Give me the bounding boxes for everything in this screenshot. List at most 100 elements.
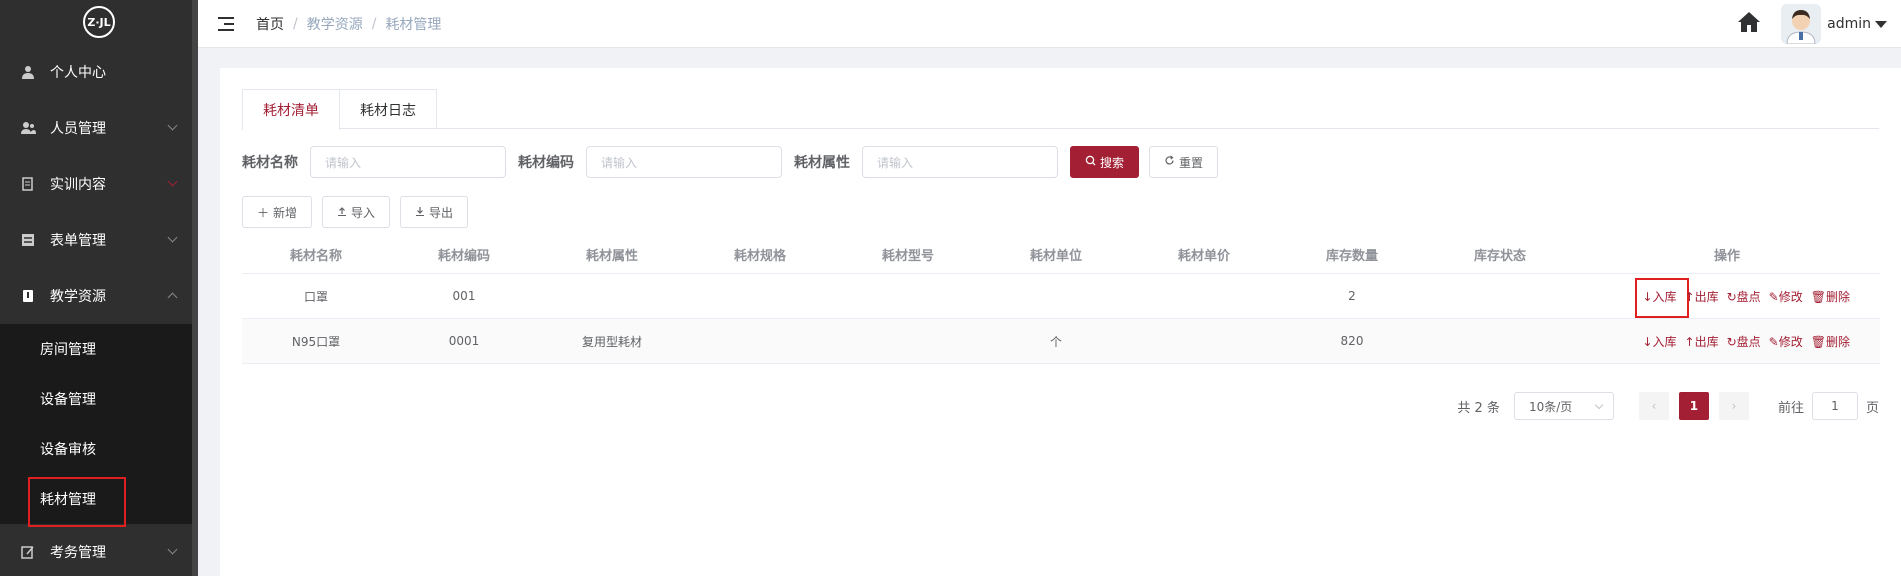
column-header: 耗材名称 — [289, 249, 342, 264]
caret-down-icon[interactable] — [1875, 20, 1887, 28]
import-button[interactable]: 导入 — [322, 196, 391, 228]
input-consumable-code[interactable]: 请输入 — [586, 146, 782, 178]
label-consumable-name: 耗材名称 — [242, 155, 298, 171]
column-header: 库存数量 — [1325, 249, 1378, 264]
breadcrumb-separator: / — [371, 15, 377, 32]
consumables-table: 耗材名称 耗材编码 耗材属性 耗材规格 耗材型号 耗材单位 耗材单价 库存数量 … — [242, 236, 1880, 364]
arrow-down-icon: ↓ — [1642, 334, 1653, 349]
sidebar-item-teaching-resources[interactable]: 教学资源 — [0, 268, 198, 324]
trash-icon: 🗑 — [1810, 289, 1826, 304]
chevron-down-icon — [167, 232, 178, 243]
delete-link[interactable]: 🗑删除 — [1811, 288, 1850, 305]
chevron-down-icon — [167, 120, 178, 131]
edit-link[interactable]: ✎修改 — [1769, 333, 1803, 350]
chevron-right-icon: › — [1731, 399, 1737, 413]
delete-label: 删除 — [1825, 334, 1850, 349]
menu-toggle-icon[interactable] — [218, 16, 234, 31]
stock-in-label: 入库 — [1652, 334, 1677, 349]
search-icon — [1085, 155, 1096, 169]
arrow-up-icon: ↑ — [1684, 289, 1695, 304]
inventory-check-link[interactable]: ↻盘点 — [1727, 333, 1761, 350]
arrow-up-icon: ↑ — [1684, 334, 1695, 349]
breadcrumb: 首页 / 教学资源 / 耗材管理 — [256, 14, 441, 34]
search-button[interactable]: 搜索 — [1070, 146, 1140, 178]
next-page-button[interactable]: › — [1718, 392, 1749, 420]
input-consumable-attr[interactable]: 请输入 — [862, 146, 1058, 178]
sidebar: Z·JL 个人中心 人员管理 实训内容 表单管理 教学资源 房间管理 设备管理 … — [0, 0, 198, 576]
edit-label: 修改 — [1778, 334, 1803, 349]
input-consumable-name[interactable]: 请输入 — [310, 146, 506, 178]
toolbar: ＋ 新增 导入 导出 — [242, 196, 478, 228]
sidebar-subitem-label: 耗材管理 — [40, 492, 96, 508]
delete-link[interactable]: 🗑删除 — [1811, 333, 1850, 350]
sidebar-item-personal[interactable]: 个人中心 — [0, 44, 198, 100]
prev-page-button[interactable]: ‹ — [1638, 392, 1669, 420]
main-card: 耗材清单 耗材日志 耗材名称 请输入 耗材编码 请输入 耗材属性 请输入 搜索 … — [220, 68, 1901, 576]
sidebar-subitem-consumables[interactable]: 耗材管理 — [0, 474, 198, 527]
sidebar-subitem-rooms[interactable]: 房间管理 — [0, 324, 198, 374]
cell-actions: ↓入库 ↑出库 ↻盘点 ✎修改 🗑删除 — [1574, 277, 1880, 318]
refresh-icon — [1164, 155, 1175, 169]
delete-label: 删除 — [1825, 289, 1850, 304]
cell-qty: 820 — [1340, 334, 1364, 348]
cell-name: 口罩 — [303, 289, 328, 304]
breadcrumb-current: 耗材管理 — [385, 16, 442, 33]
column-header: 耗材型号 — [881, 249, 934, 264]
stock-out-label: 出库 — [1694, 334, 1719, 349]
logo[interactable]: Z·JL — [0, 0, 198, 44]
column-header: 耗材单价 — [1177, 249, 1230, 264]
goto-page-input[interactable]: 1 — [1811, 392, 1858, 420]
stock-out-link[interactable]: ↑出库 — [1685, 288, 1719, 305]
breadcrumb-separator: / — [293, 15, 298, 32]
sidebar-subitem-equipment-review[interactable]: 设备审核 — [0, 424, 198, 474]
chevron-up-icon — [167, 292, 178, 303]
sidebar-item-training[interactable]: 实训内容 — [0, 156, 198, 212]
inventory-check-label: 盘点 — [1736, 289, 1761, 304]
top-header: 首页 / 教学资源 / 耗材管理 admin — [198, 0, 1901, 48]
sidebar-item-label: 个人中心 — [50, 65, 106, 81]
page-number-button[interactable]: 1 — [1678, 392, 1709, 420]
tab-consumables-log[interactable]: 耗材日志 — [340, 89, 437, 129]
breadcrumb-home[interactable]: 首页 — [256, 14, 284, 34]
sidebar-subitem-label: 设备管理 — [40, 392, 96, 408]
plus-icon: ＋ — [257, 205, 270, 220]
reset-button[interactable]: 重置 — [1149, 146, 1219, 178]
column-header: 耗材属性 — [585, 249, 638, 264]
cell-code: 0001 — [448, 334, 480, 348]
page-suffix: 页 — [1865, 400, 1879, 416]
download-icon — [415, 205, 425, 219]
avatar[interactable] — [1781, 4, 1822, 44]
export-button[interactable]: 导出 — [400, 196, 469, 228]
upload-icon — [337, 205, 347, 219]
tab-bar: 耗材清单 耗材日志 — [242, 89, 1879, 130]
users-icon — [20, 120, 36, 136]
header-right: admin — [1737, 0, 1887, 48]
sidebar-item-staff[interactable]: 人员管理 — [0, 100, 198, 156]
tab-consumables-list[interactable]: 耗材清单 — [242, 89, 340, 130]
edit-icon: ✎ — [1768, 334, 1779, 349]
page-size-select[interactable]: 10条/页 — [1513, 392, 1614, 420]
exam-icon — [20, 544, 36, 560]
add-button[interactable]: ＋ 新增 — [242, 196, 313, 228]
stock-in-label: 入库 — [1652, 289, 1677, 304]
inventory-check-link[interactable]: ↻盘点 — [1727, 288, 1761, 305]
sidebar-item-label: 人员管理 — [50, 121, 106, 137]
sidebar-item-label: 考务管理 — [50, 545, 106, 561]
sidebar-item-exams[interactable]: 考务管理 — [0, 524, 198, 576]
column-header: 操作 — [1713, 249, 1740, 264]
sidebar-item-forms[interactable]: 表单管理 — [0, 212, 198, 268]
sidebar-subitem-equipment[interactable]: 设备管理 — [0, 374, 198, 424]
edit-link[interactable]: ✎修改 — [1769, 288, 1803, 305]
cell-actions: ↓入库 ↑出库 ↻盘点 ✎修改 🗑删除 — [1574, 333, 1880, 350]
inventory-check-label: 盘点 — [1736, 334, 1761, 349]
book-icon — [20, 176, 36, 192]
username[interactable]: admin — [1827, 16, 1871, 32]
cell-attr: 复用型耗材 — [581, 334, 642, 349]
stock-in-link[interactable]: ↓入库 — [1635, 277, 1690, 318]
cell-unit: 个 — [1049, 334, 1062, 349]
stock-in-link[interactable]: ↓入库 — [1642, 333, 1676, 350]
home-icon[interactable] — [1737, 11, 1761, 37]
pagination: 共 2 条 10条/页 ‹ 1 › 前往 1 页 — [1457, 392, 1879, 420]
resource-icon — [20, 288, 36, 304]
stock-out-link[interactable]: ↑出库 — [1685, 333, 1719, 350]
